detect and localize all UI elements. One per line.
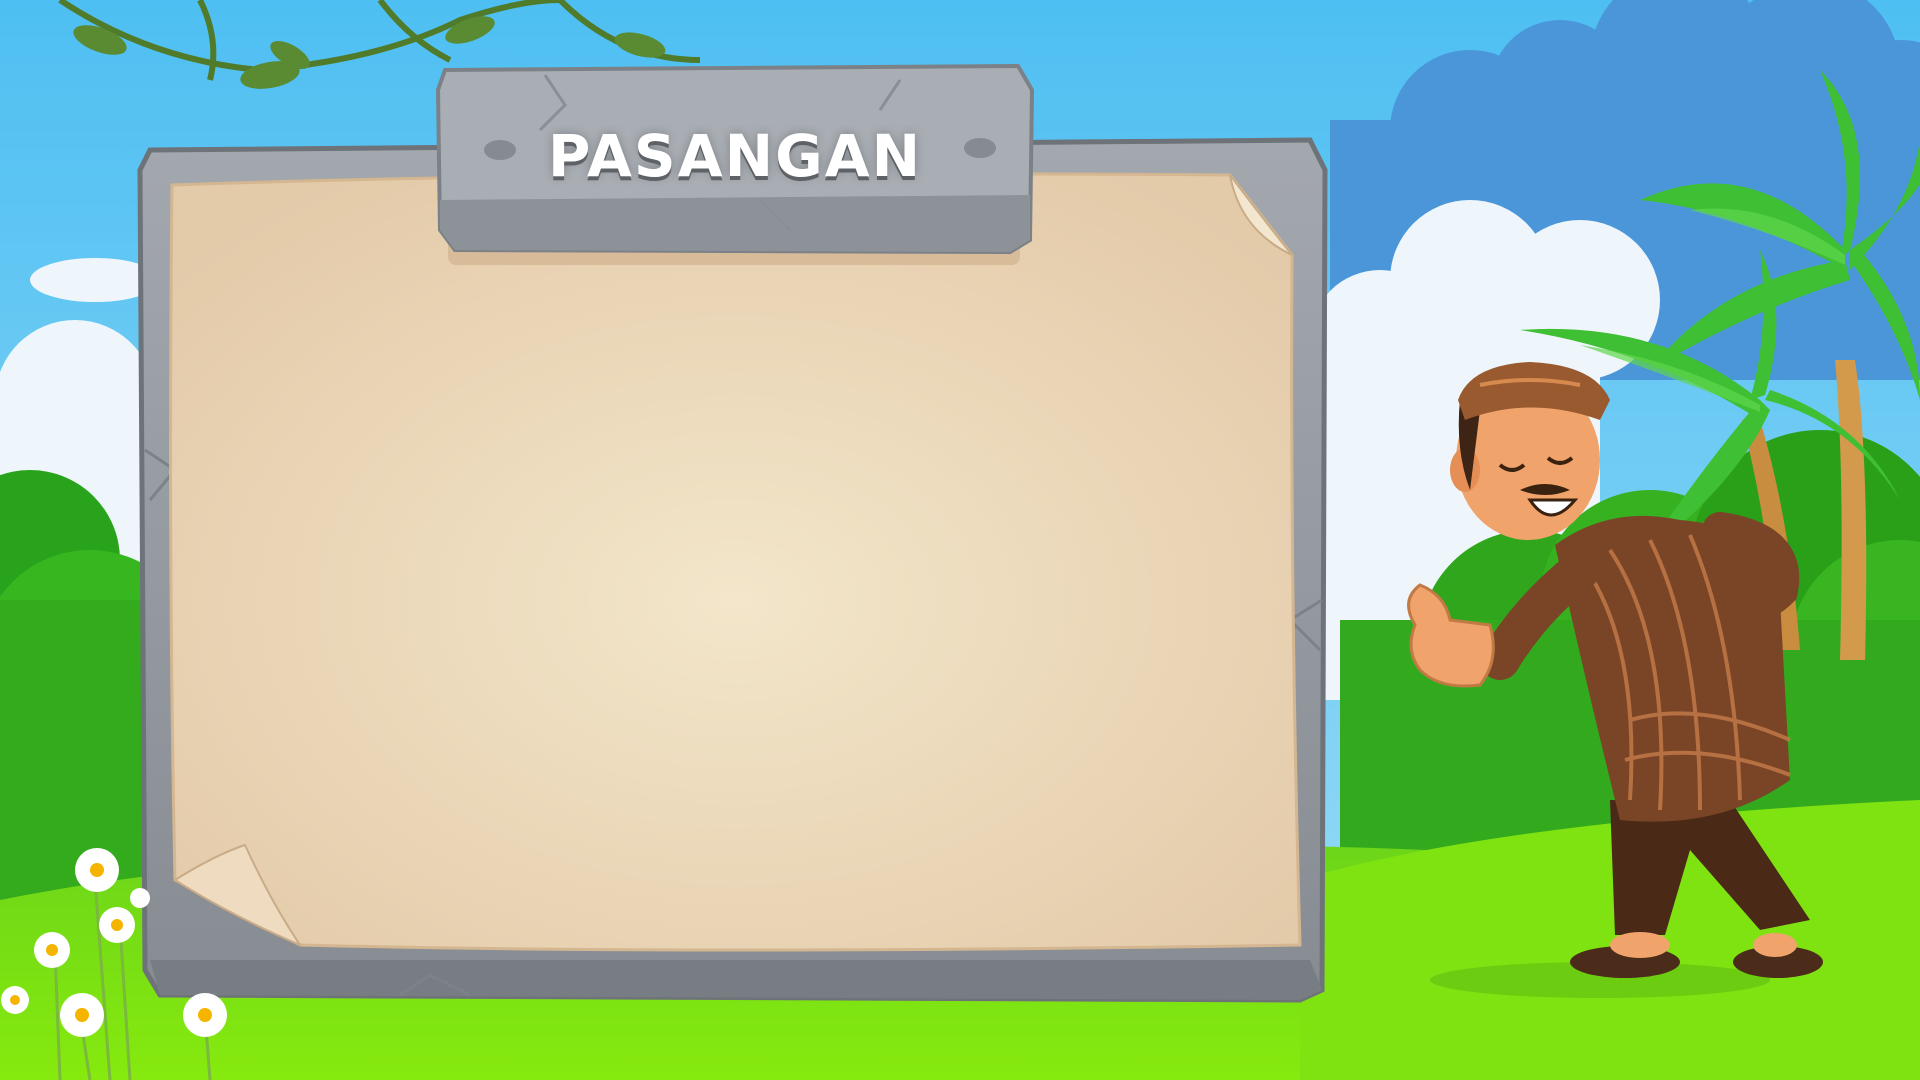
stone-title-plaque: [435, 63, 1035, 265]
board-content-area: [180, 250, 1290, 940]
